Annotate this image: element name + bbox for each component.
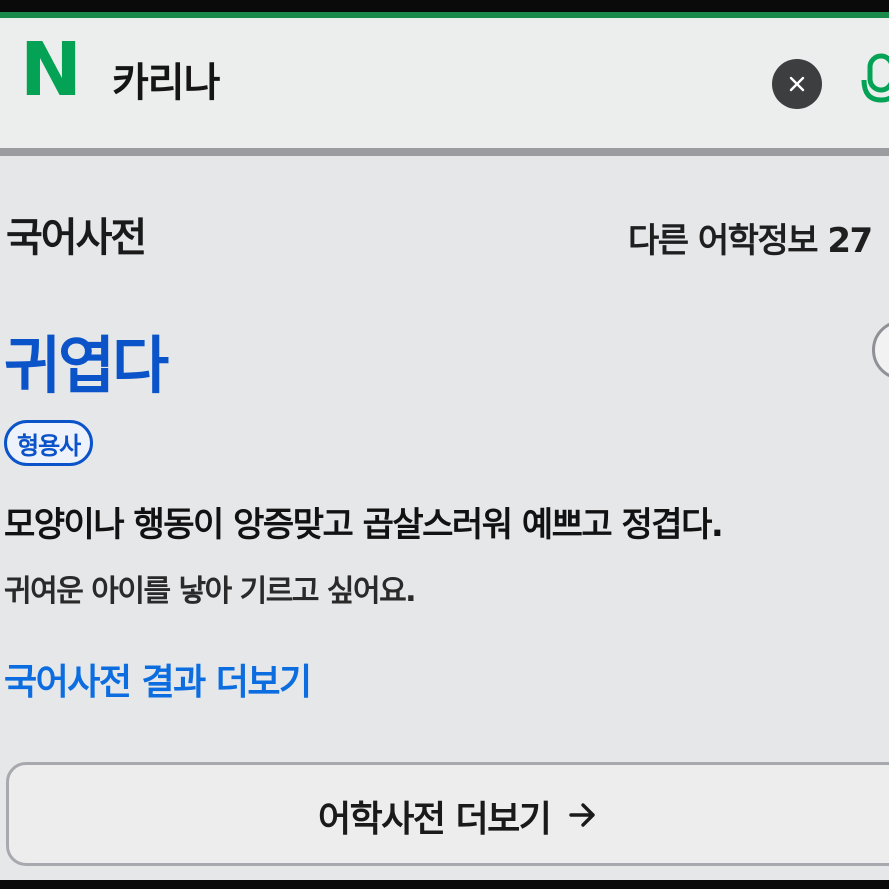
definition-text: 모양이나 행동이 앙증맞고 곱살스러워 예쁘고 정겹다. (4, 505, 724, 545)
microphone-icon (861, 53, 889, 103)
bottom-border (0, 880, 889, 889)
language-dictionary-more-label: 어학사전 더보기 (318, 790, 598, 842)
voice-search-button[interactable] (860, 50, 889, 110)
naver-logo[interactable]: N (20, 33, 86, 107)
search-input[interactable]: 카리나 (112, 50, 220, 108)
section-title: 국어사전 (6, 215, 147, 261)
headword[interactable]: 귀엽다 (4, 315, 169, 405)
example-sentence: 귀여운 아이를 낳아 기르고 싶어요. (4, 574, 417, 609)
top-border (0, 0, 889, 12)
search-divider (0, 148, 889, 156)
other-language-info-link[interactable]: 다른 어학정보 27 (628, 213, 873, 262)
pronunciation-audio-button[interactable] (872, 320, 889, 380)
language-dictionary-more-text: 어학사전 더보기 (318, 799, 552, 840)
close-icon (789, 76, 805, 92)
arrow-right-icon (568, 796, 598, 837)
more-results-link[interactable]: 국어사전 결과 더보기 (4, 653, 312, 705)
part-of-speech-badge: 형용사 (4, 420, 94, 466)
app-frame: N 카리나 국어사전 다른 어학정보 27 귀엽다 형용사 모양이나 행동이 앙… (0, 0, 889, 889)
clear-search-button[interactable] (772, 59, 822, 109)
